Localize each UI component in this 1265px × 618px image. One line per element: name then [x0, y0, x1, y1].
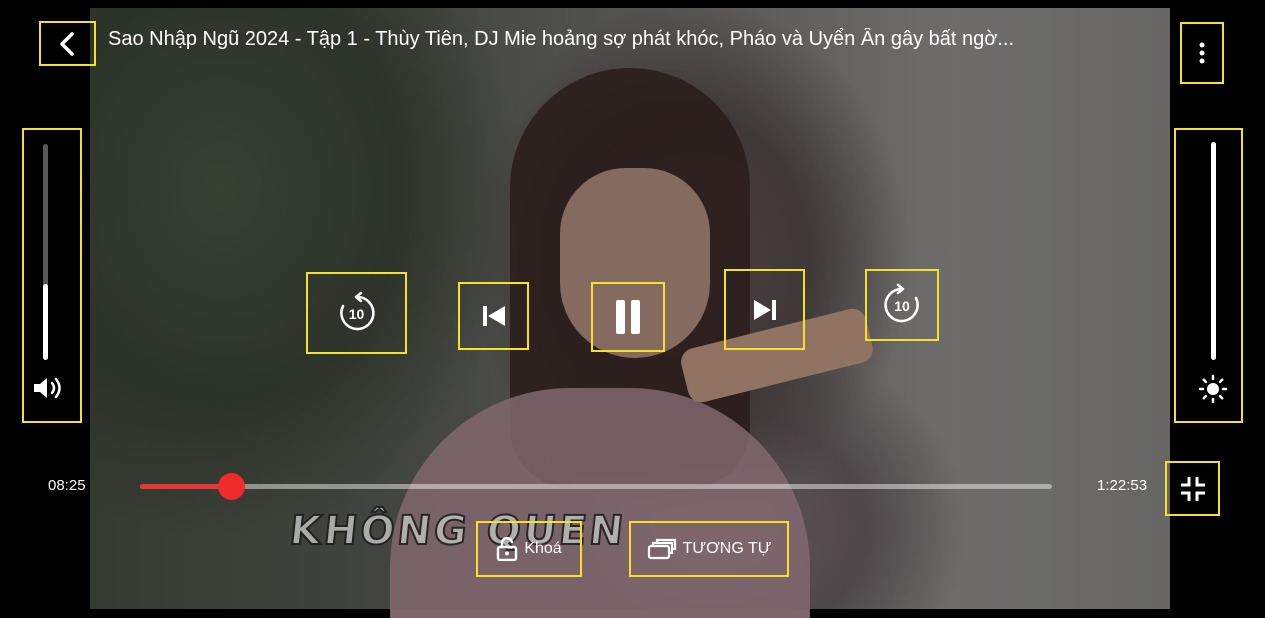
forward-10-icon: 10 — [880, 283, 924, 327]
brightness-slider[interactable] — [1174, 128, 1243, 423]
back-button[interactable] — [39, 21, 96, 66]
lock-button[interactable]: Khoá — [476, 521, 582, 577]
forward-10-button[interactable]: 10 — [865, 269, 939, 341]
skip-previous-icon — [482, 306, 505, 326]
playlist-icon — [647, 538, 676, 560]
total-time: 1:22:53 — [1097, 477, 1148, 494]
brightness-track[interactable] — [1211, 142, 1216, 360]
similar-label: TƯƠNG TỰ — [682, 540, 772, 557]
seek-thumb[interactable] — [218, 473, 246, 500]
rewind-10-label: 10 — [348, 306, 365, 322]
lock-label: Khoá — [524, 540, 562, 557]
exit-fullscreen-button[interactable] — [1165, 461, 1220, 516]
chevron-left-icon — [59, 31, 74, 56]
pause-icon — [616, 300, 640, 334]
fullscreen-exit-icon — [1180, 476, 1205, 501]
brightness-icon — [1198, 374, 1228, 409]
rewind-10-button[interactable]: 10 — [306, 272, 407, 354]
previous-button[interactable] — [458, 282, 529, 350]
pause-button[interactable] — [591, 282, 665, 352]
more-vertical-icon — [1199, 42, 1205, 64]
volume-track[interactable] — [43, 144, 48, 360]
video-title: Sao Nhập Ngũ 2024 - Tập 1 - Thùy Tiên, D… — [108, 28, 1015, 50]
current-time: 08:25 — [48, 477, 86, 494]
volume-level-fill — [43, 284, 48, 360]
volume-icon — [32, 374, 66, 407]
skip-next-icon — [753, 299, 776, 320]
unlock-icon — [497, 537, 518, 561]
replay-10-icon: 10 — [335, 291, 379, 335]
more-options-button[interactable] — [1180, 22, 1224, 84]
forward-10-label: 10 — [894, 298, 910, 314]
brightness-level-fill — [1211, 142, 1216, 360]
seek-bar[interactable] — [140, 473, 1052, 500]
volume-slider[interactable] — [22, 128, 82, 423]
next-button[interactable] — [724, 269, 805, 350]
similar-videos-button[interactable]: TƯƠNG TỰ — [629, 521, 789, 577]
